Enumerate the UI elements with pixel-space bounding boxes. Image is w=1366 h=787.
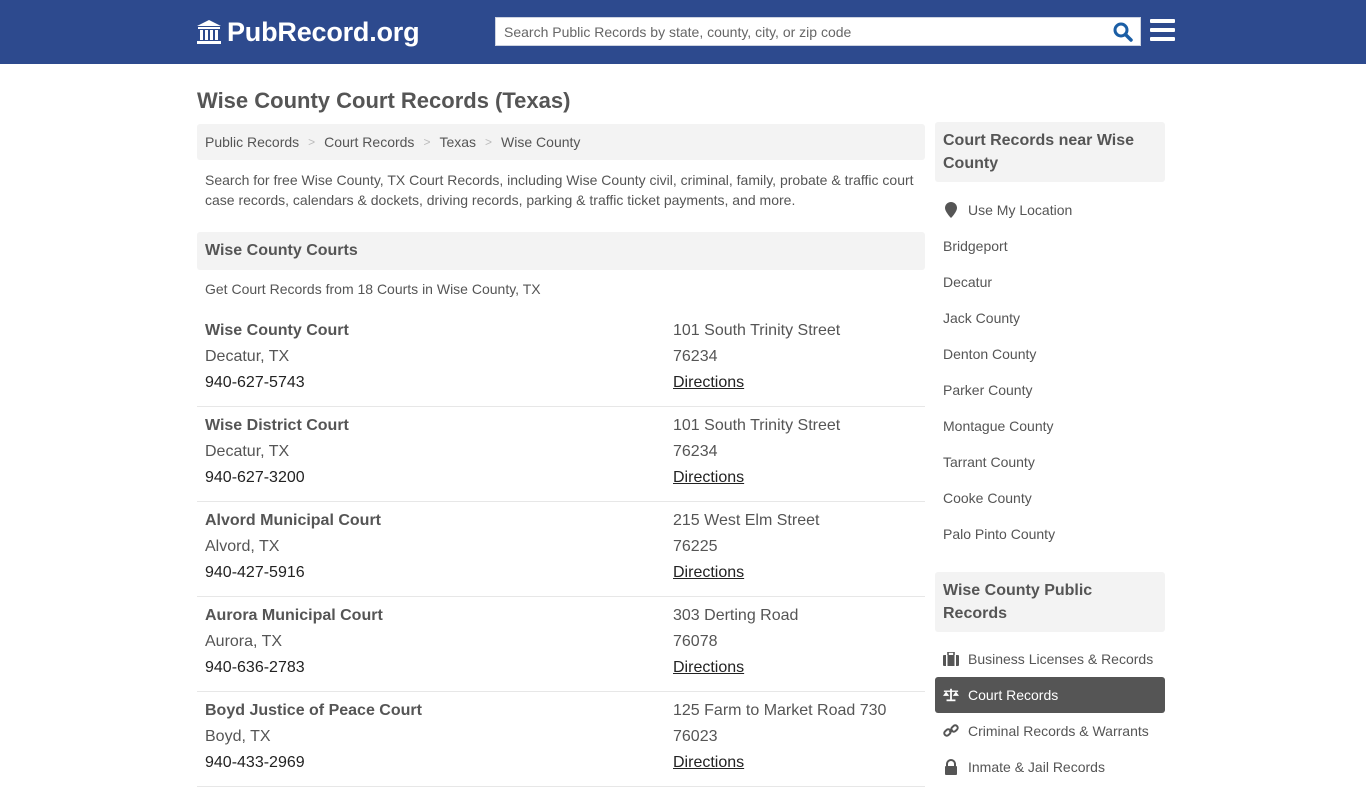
court-city: Decatur, TX <box>205 443 290 460</box>
court-city: Aurora, TX <box>205 633 283 650</box>
court-item: Boyd Justice of Peace Court Boyd, TX 940… <box>197 692 925 787</box>
breadcrumb-separator: > <box>485 135 493 149</box>
court-item: Wise District Court Decatur, TX 940-627-… <box>197 407 925 502</box>
court-address: 101 South Trinity Street <box>673 417 841 434</box>
directions-link[interactable]: Directions <box>673 754 744 771</box>
court-zip: 76225 <box>673 538 718 555</box>
court-list: Wise County Court Decatur, TX 940-627-57… <box>197 312 925 787</box>
court-zip: 76078 <box>673 633 718 650</box>
court-address: 215 West Elm Street <box>673 512 820 529</box>
court-address: 125 Farm to Market Road 730 <box>673 702 887 719</box>
sidebar-item-criminal-records[interactable]: Criminal Records & Warrants <box>935 713 1165 749</box>
court-name[interactable]: Wise District Court <box>205 413 349 439</box>
court-name[interactable]: Alvord Municipal Court <box>205 508 381 534</box>
sidebar-item-business-licenses[interactable]: Business Licenses & Records <box>935 641 1165 677</box>
breadcrumb-public-records[interactable]: Public Records <box>205 134 299 150</box>
court-zip: 76023 <box>673 728 718 745</box>
sidebar-item-label: Inmate & Jail Records <box>968 759 1105 775</box>
public-records-title: Wise County Public Records <box>935 572 1165 632</box>
public-records-list: Business Licenses & Records Court Record… <box>935 641 1165 785</box>
breadcrumb-texas[interactable]: Texas <box>439 134 476 150</box>
breadcrumb-wise-county[interactable]: Wise County <box>501 134 580 150</box>
court-name[interactable]: Aurora Municipal Court <box>205 603 383 629</box>
link-icon <box>943 723 959 739</box>
courthouse-icon <box>197 20 221 44</box>
sidebar-item-label: Business Licenses & Records <box>968 651 1154 667</box>
nearby-link[interactable]: Bridgeport <box>935 228 1165 264</box>
nearby-link[interactable]: Montague County <box>935 408 1165 444</box>
court-zip: 76234 <box>673 443 718 460</box>
directions-link[interactable]: Directions <box>673 659 744 676</box>
court-phone[interactable]: 940-427-5916 <box>205 560 381 586</box>
search-icon[interactable] <box>1112 21 1134 43</box>
sidebar-item-label: Criminal Records & Warrants <box>968 723 1149 739</box>
court-city: Alvord, TX <box>205 538 280 555</box>
court-name[interactable]: Wise County Court <box>205 318 349 344</box>
hamburger-menu-icon[interactable] <box>1150 19 1175 43</box>
court-item: Wise County Court Decatur, TX 940-627-57… <box>197 312 925 407</box>
breadcrumb: Public Records > Court Records > Texas >… <box>197 124 925 160</box>
lock-icon <box>943 759 959 775</box>
scales-icon <box>943 687 959 703</box>
directions-link[interactable]: Directions <box>673 469 744 486</box>
court-phone[interactable]: 940-627-5743 <box>205 370 349 396</box>
court-address: 303 Derting Road <box>673 607 799 624</box>
sidebar-item-court-records[interactable]: Court Records <box>935 677 1165 713</box>
sidebar-item-inmate-records[interactable]: Inmate & Jail Records <box>935 749 1165 785</box>
use-my-location-link[interactable]: Use My Location <box>935 192 1165 228</box>
courts-count-text: Get Court Records from 18 Courts in Wise… <box>205 281 541 297</box>
court-city: Boyd, TX <box>205 728 271 745</box>
court-item: Alvord Municipal Court Alvord, TX 940-42… <box>197 502 925 597</box>
court-phone[interactable]: 940-627-3200 <box>205 465 349 491</box>
nearby-link[interactable]: Jack County <box>935 300 1165 336</box>
nearby-link[interactable]: Palo Pinto County <box>935 516 1165 552</box>
court-phone[interactable]: 940-636-2783 <box>205 655 383 681</box>
court-city: Decatur, TX <box>205 348 290 365</box>
use-my-location-label: Use My Location <box>968 202 1073 218</box>
nearby-link[interactable]: Cooke County <box>935 480 1165 516</box>
court-phone[interactable]: 940-433-2969 <box>205 750 422 776</box>
nearby-courts-title: Court Records near Wise County <box>935 122 1165 182</box>
search-box <box>495 17 1141 46</box>
sidebar-item-label: Court Records <box>968 687 1059 703</box>
intro-text: Search for free Wise County, TX Court Re… <box>205 172 914 208</box>
court-name[interactable]: Boyd Justice of Peace Court <box>205 698 422 724</box>
courts-section-title: Wise County Courts <box>197 232 925 270</box>
court-address: 101 South Trinity Street <box>673 322 841 339</box>
search-input[interactable] <box>496 18 1106 45</box>
site-logo[interactable]: PubRecord.org <box>195 14 420 50</box>
logo-text: PubRecord.org <box>227 16 420 47</box>
breadcrumb-separator: > <box>423 135 431 149</box>
court-zip: 76234 <box>673 348 718 365</box>
map-marker-icon <box>943 202 959 218</box>
court-item: Aurora Municipal Court Aurora, TX 940-63… <box>197 597 925 692</box>
breadcrumb-separator: > <box>308 135 316 149</box>
breadcrumb-court-records[interactable]: Court Records <box>324 134 414 150</box>
nearby-link[interactable]: Tarrant County <box>935 444 1165 480</box>
top-navbar: PubRecord.org <box>0 0 1366 64</box>
nearby-link[interactable]: Parker County <box>935 372 1165 408</box>
nearby-list: Use My Location Bridgeport Decatur Jack … <box>935 192 1165 552</box>
briefcase-icon <box>943 651 959 667</box>
directions-link[interactable]: Directions <box>673 564 744 581</box>
nearby-link[interactable]: Decatur <box>935 264 1165 300</box>
nearby-link[interactable]: Denton County <box>935 336 1165 372</box>
page-title: Wise County Court Records (Texas) <box>197 88 571 113</box>
directions-link[interactable]: Directions <box>673 374 744 391</box>
